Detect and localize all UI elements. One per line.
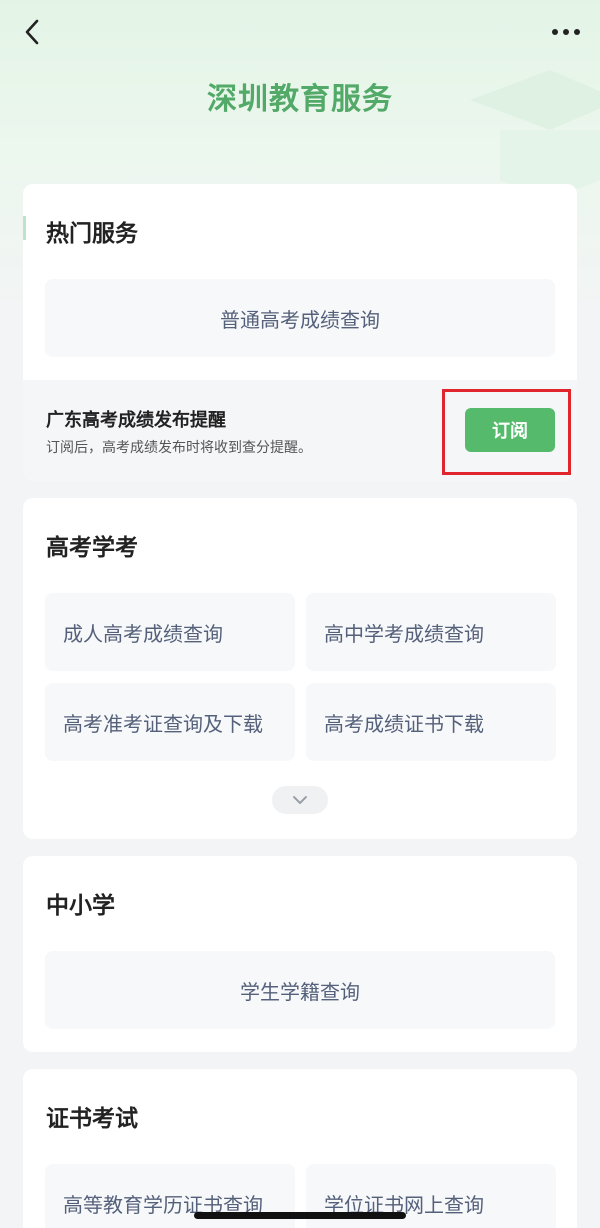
back-button[interactable] [14, 14, 50, 50]
section-title: 高考学考 [46, 535, 138, 561]
reminder-description: 订阅后，高考成绩发布时将收到查分提醒。 [46, 440, 312, 456]
service-tile[interactable]: 高考准考证查询及下载 [45, 683, 295, 761]
score-release-reminder: 广东高考成绩发布提醒 订阅后，高考成绩发布时将收到查分提醒。 订阅 [23, 380, 577, 481]
section-title: 证书考试 [46, 1106, 138, 1132]
primary-secondary-card: 中小学 学生学籍查询 [23, 856, 577, 1052]
home-indicator[interactable] [194, 1212, 406, 1219]
service-tile[interactable]: 成人高考成绩查询 [45, 593, 295, 671]
page-title: 深圳教育服务 [207, 82, 393, 117]
service-tile[interactable]: 高考成绩证书下载 [306, 683, 556, 761]
service-tile[interactable]: 高中学考成绩查询 [306, 593, 556, 671]
section-title: 热门服务 [46, 221, 138, 247]
expand-button[interactable] [272, 786, 328, 814]
certificate-card: 证书考试 高等教育学历证书查询 学位证书网上查询 [23, 1069, 577, 1228]
gaokao-card: 高考学考 成人高考成绩查询 高中学考成绩查询 高考准考证查询及下载 高考成绩证书… [23, 498, 577, 839]
reminder-title: 广东高考成绩发布提醒 [46, 410, 226, 431]
hot-services-card: 热门服务 普通高考成绩查询 广东高考成绩发布提醒 订阅后，高考成绩发布时将收到查… [23, 184, 577, 481]
section-accent-bar [23, 216, 26, 240]
chevron-left-icon [25, 19, 39, 45]
subscribe-button[interactable]: 订阅 [465, 408, 555, 452]
chevron-down-icon [293, 796, 307, 804]
gaokao-score-query-tile[interactable]: 普通高考成绩查询 [45, 279, 555, 357]
student-record-query-tile[interactable]: 学生学籍查询 [45, 951, 555, 1029]
section-title: 中小学 [46, 893, 115, 919]
more-horizontal-icon [552, 29, 580, 35]
top-bar [0, 0, 600, 60]
more-button[interactable] [546, 14, 586, 50]
